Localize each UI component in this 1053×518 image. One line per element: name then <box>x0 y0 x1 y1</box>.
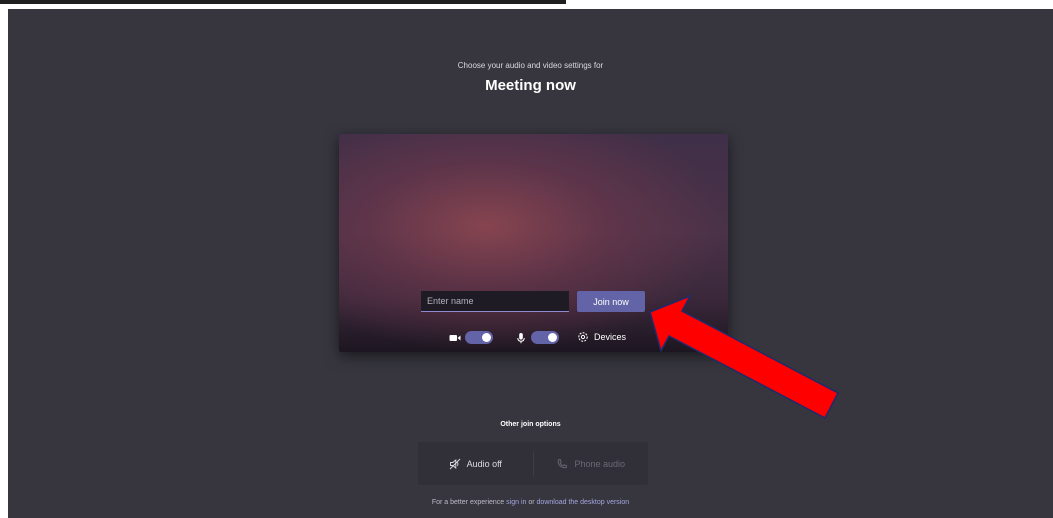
join-now-button[interactable]: Join now <box>577 291 645 312</box>
microphone-toggle-knob <box>548 332 557 342</box>
meeting-title: Meeting now <box>485 77 576 94</box>
top-dark-bar <box>0 0 566 4</box>
sign-in-link[interactable]: sign in <box>506 499 526 506</box>
camera-toggle-knob <box>482 332 491 342</box>
footer-prefix: For a better experience <box>431 499 505 506</box>
phone-audio-option[interactable]: Phone audio <box>534 442 649 485</box>
microphone-icon <box>515 331 527 344</box>
footer-or: or <box>528 499 535 506</box>
other-join-options: Audio off Phone audio <box>418 442 648 485</box>
audio-off-label: Audio off <box>466 458 502 469</box>
phone-audio-label: Phone audio <box>574 458 626 469</box>
video-preview: Join now <box>339 134 728 352</box>
gear-icon <box>577 331 589 343</box>
devices-button[interactable]: Devices <box>577 331 626 343</box>
pre-join-screen: Choose your audio and video settings for… <box>8 9 1053 518</box>
microphone-toggle[interactable] <box>531 330 559 344</box>
devices-label: Devices <box>594 332 627 342</box>
speaker-off-icon <box>449 458 461 470</box>
other-join-options-title: Other join options <box>500 421 561 428</box>
phone-icon <box>556 458 568 470</box>
audio-off-option[interactable]: Audio off <box>418 442 533 485</box>
footer-text: For a better experience sign in or downl… <box>8 499 1053 506</box>
name-input[interactable] <box>421 291 569 312</box>
camera-icon <box>449 331 461 343</box>
camera-toggle[interactable] <box>465 330 493 344</box>
settings-subtitle: Choose your audio and video settings for <box>457 61 604 70</box>
av-controls: Devices <box>449 329 626 345</box>
download-desktop-link[interactable]: download the desktop version <box>537 499 630 506</box>
